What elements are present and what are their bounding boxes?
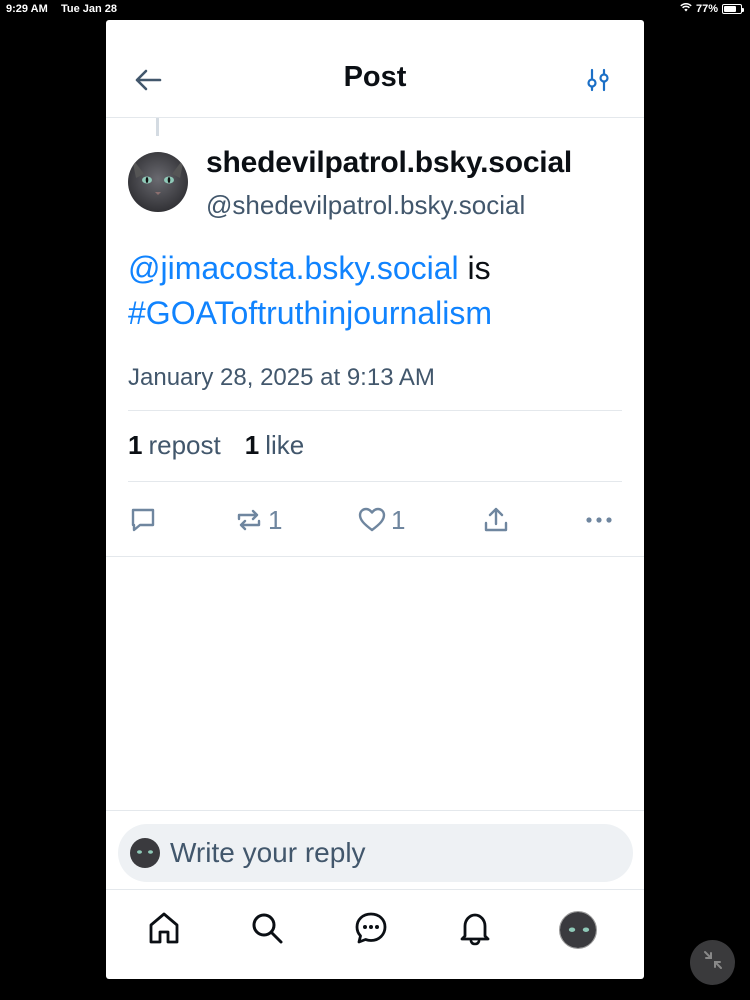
profile-avatar: [559, 911, 597, 949]
status-time: 9:29 AM: [6, 3, 48, 15]
tab-profile[interactable]: [556, 908, 600, 952]
divider: [106, 556, 644, 557]
tab-search[interactable]: [245, 908, 289, 952]
post-text: @jimacosta.bsky.social is #GOAToftruthin…: [128, 246, 628, 336]
thread-line: [156, 118, 159, 136]
collapse-window-button[interactable]: [690, 940, 735, 985]
reposts-count: 1: [128, 430, 143, 460]
tab-notifications[interactable]: [453, 908, 497, 952]
like-count: 1: [391, 504, 406, 535]
status-right: 77%: [680, 2, 744, 15]
app-window: Post shedevilpatrol.bsky.social @shedevi…: [106, 20, 644, 979]
repost-icon: [234, 505, 264, 535]
wifi-icon: [680, 2, 692, 15]
tab-chat[interactable]: [349, 908, 393, 952]
reposts-stat[interactable]: 1 repost: [128, 430, 221, 461]
share-button[interactable]: [481, 498, 511, 542]
post-text-body: is: [458, 250, 491, 286]
more-icon: [584, 505, 614, 535]
sliders-icon: [585, 67, 611, 98]
thread-settings-button[interactable]: [580, 64, 616, 100]
reply-placeholder: Write your reply: [170, 837, 366, 868]
reply-input[interactable]: Write your reply: [118, 824, 633, 882]
repost-button[interactable]: 1: [234, 498, 282, 542]
author-handle[interactable]: @shedevilpatrol.bsky.social: [206, 190, 525, 221]
page-title: Post: [343, 61, 407, 93]
repost-count: 1: [268, 504, 283, 535]
likes-stat[interactable]: 1 like: [245, 430, 304, 461]
share-icon: [481, 505, 511, 535]
author-display-name[interactable]: shedevilpatrol.bsky.social: [206, 146, 572, 180]
collapse-icon: [702, 949, 724, 976]
mention-link[interactable]: @jimacosta.bsky.social: [128, 250, 459, 286]
header: Post: [106, 20, 644, 118]
home-icon: [146, 910, 182, 951]
divider: [128, 481, 622, 482]
search-icon: [249, 910, 285, 951]
heart-icon: [357, 505, 387, 535]
reposts-label: repost: [148, 430, 221, 460]
bell-icon: [457, 910, 493, 951]
bottom-tab-bar: [106, 890, 644, 979]
post-stats: 1 repost 1 like: [128, 430, 304, 461]
author-avatar[interactable]: [128, 152, 188, 212]
likes-count: 1: [244, 430, 260, 460]
current-user-avatar: [130, 838, 160, 868]
post-timestamp: January 28, 2025 at 9:13 AM: [128, 364, 435, 391]
battery-icon: [722, 3, 744, 14]
likes-label: like: [265, 430, 305, 460]
post-actions: 1 1: [106, 498, 644, 542]
status-bar: 9:29 AM Tue Jan 28 77%: [0, 0, 750, 18]
hashtag-link[interactable]: #GOAToftruthinjournalism: [128, 295, 492, 331]
battery-percent: 77%: [695, 2, 718, 15]
divider: [128, 410, 622, 411]
status-date: Tue Jan 28: [61, 3, 118, 15]
reply-icon: [128, 505, 158, 535]
tab-home[interactable]: [142, 908, 186, 952]
chat-icon: [353, 910, 389, 951]
like-button[interactable]: 1: [357, 498, 405, 542]
divider: [106, 810, 644, 811]
more-button[interactable]: [584, 498, 614, 542]
reply-button[interactable]: [128, 498, 158, 542]
